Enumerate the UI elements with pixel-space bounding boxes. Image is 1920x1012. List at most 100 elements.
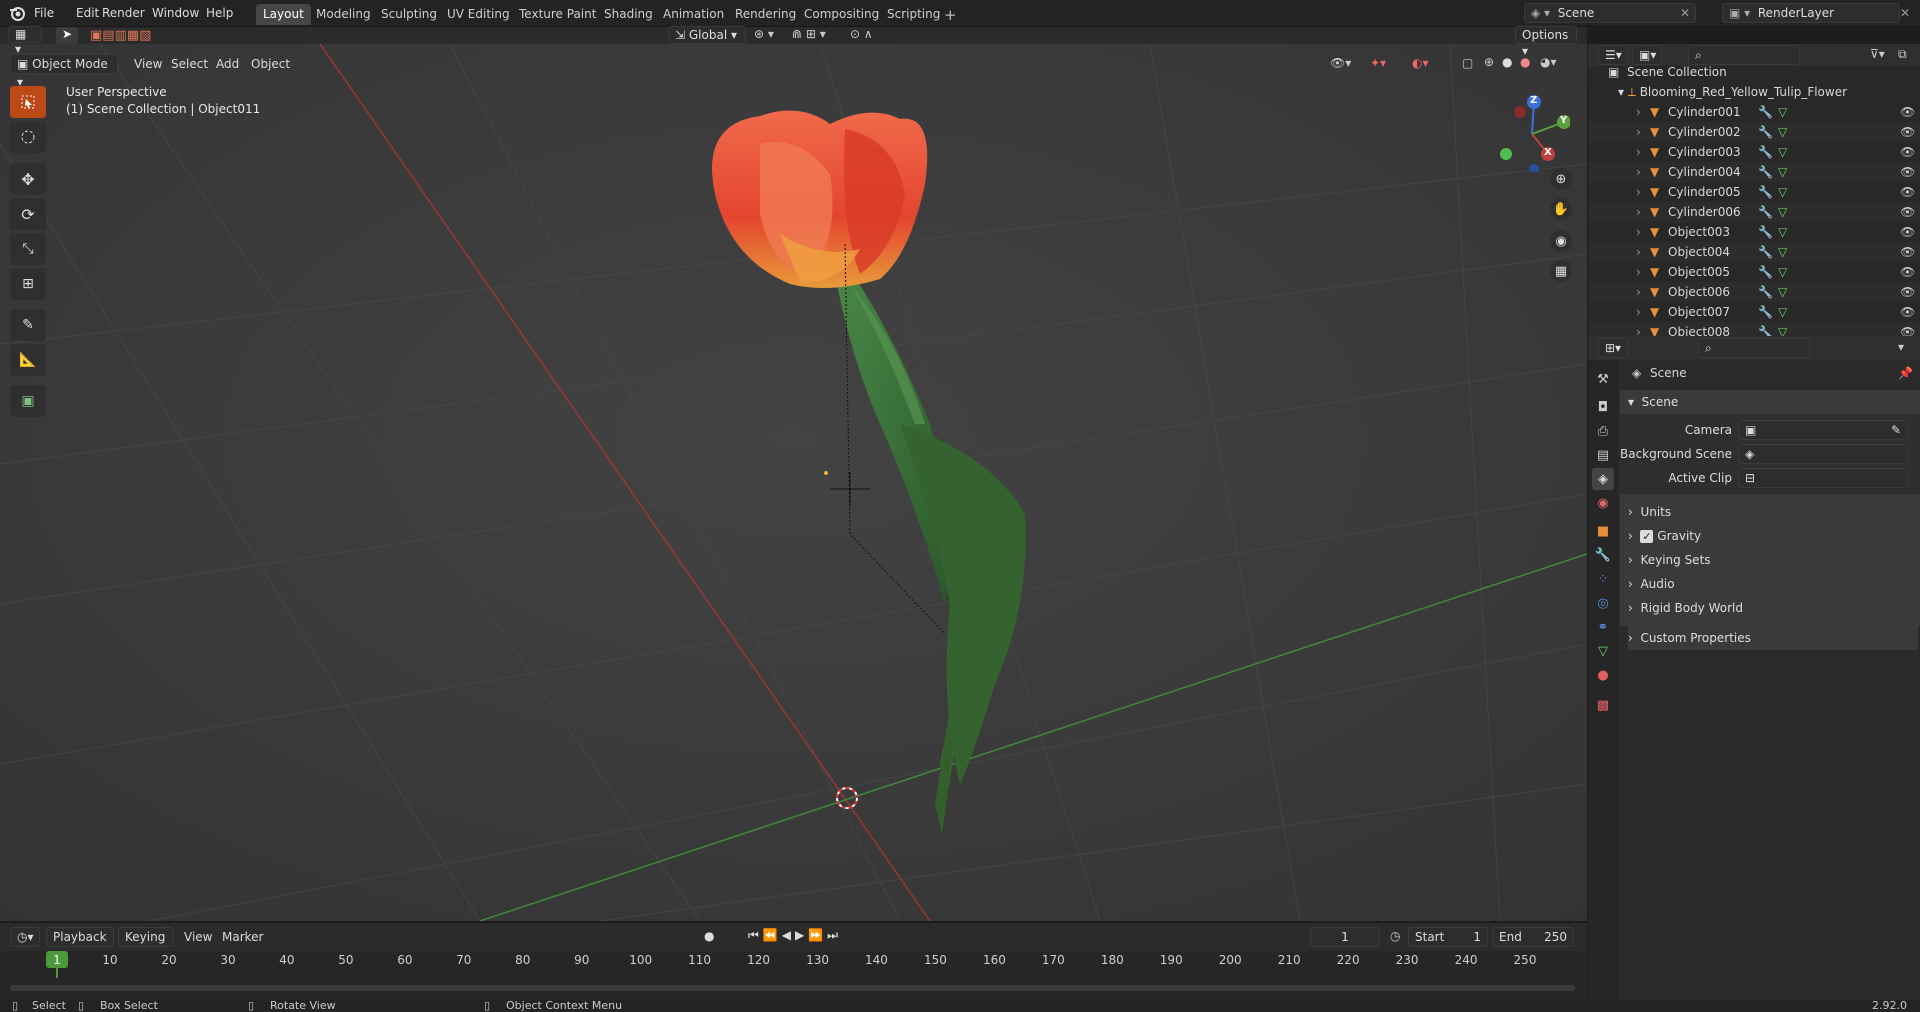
select-mode-icon[interactable]: ➤: [56, 27, 78, 44]
visibility-eye-icon[interactable]: 👁: [1900, 302, 1915, 322]
camera-view-icon[interactable]: ◉: [1550, 230, 1572, 252]
zoom-icon[interactable]: ⊕: [1550, 168, 1572, 190]
material-tab-icon[interactable]: ●: [1592, 664, 1614, 686]
menu-select[interactable]: Select: [165, 55, 214, 74]
shading-rendered-icon[interactable]: ◕▾: [1540, 55, 1557, 69]
modifier-icon[interactable]: 🔧: [1758, 302, 1773, 322]
mesh-data-icon[interactable]: ▽: [1778, 162, 1787, 182]
visibility-eye-icon[interactable]: 👁: [1900, 102, 1915, 122]
mesh-data-icon[interactable]: ▽: [1778, 202, 1787, 222]
navigation-gizmo[interactable]: Z Y X: [1490, 92, 1571, 174]
ortho-grid-icon[interactable]: ▦: [1550, 260, 1572, 282]
section-keying-sets[interactable]: › Keying Sets: [1628, 548, 1918, 572]
render-tab-icon[interactable]: ◘: [1592, 396, 1614, 418]
expand-arrow-icon[interactable]: ›: [1636, 142, 1641, 162]
shading-wireframe-icon[interactable]: ⊕: [1484, 55, 1494, 69]
pan-hand-icon[interactable]: ✋: [1550, 198, 1572, 220]
select-tool-icon[interactable]: [10, 86, 46, 118]
outliner-item[interactable]: › ▼ Object006 🔧 ▽ 👁: [1588, 282, 1920, 302]
blender-logo-icon[interactable]: [8, 4, 26, 22]
renderlayer-selector[interactable]: ▣ ▾ RenderLayer: [1722, 3, 1900, 23]
timeline-scrollbar[interactable]: [10, 985, 1575, 991]
active-clip-field[interactable]: ⊟: [1738, 468, 1908, 488]
menu-render[interactable]: Render: [96, 4, 151, 23]
outliner-item[interactable]: › ▼ Cylinder005 🔧 ▽ 👁: [1588, 182, 1920, 202]
tab-compositing[interactable]: Compositing: [797, 4, 886, 25]
record-icon[interactable]: ●: [704, 929, 714, 943]
tab-texture-paint[interactable]: Texture Paint: [512, 4, 603, 25]
expand-arrow-icon[interactable]: ›: [1636, 162, 1641, 182]
gravity-checkbox[interactable]: ✓: [1640, 530, 1654, 543]
modifier-icon[interactable]: 🔧: [1758, 162, 1773, 182]
start-frame-field[interactable]: Start 1: [1408, 927, 1488, 947]
mesh-data-icon[interactable]: ▽: [1778, 122, 1787, 142]
modifier-icon[interactable]: 🔧: [1758, 242, 1773, 262]
scene-tab-icon[interactable]: ◈: [1592, 468, 1614, 490]
section-audio[interactable]: › Audio: [1628, 572, 1918, 596]
tool-tab-icon[interactable]: ⚒: [1592, 368, 1614, 390]
properties-options-icon[interactable]: ▾: [1898, 340, 1904, 354]
camera-field[interactable]: ▣ ✎: [1738, 420, 1908, 440]
xray-icon[interactable]: ▢: [1462, 56, 1473, 70]
scene-selector[interactable]: ◈ ▾ Scene: [1524, 3, 1696, 23]
modifier-tab-icon[interactable]: 🔧: [1592, 544, 1614, 566]
outliner-parent-row[interactable]: ▾ ⟂ Blooming_Red_Yellow_Tulip_Flower: [1618, 82, 1918, 102]
gizmo-toggle-icon[interactable]: ✦▾: [1370, 56, 1386, 70]
physics-tab-icon[interactable]: ◎: [1592, 592, 1614, 614]
outliner-item[interactable]: › ▼ Object005 🔧 ▽ 👁: [1588, 262, 1920, 282]
3d-viewport[interactable]: User Perspective (1) Scene Collection | …: [0, 44, 1587, 921]
modifier-icon[interactable]: 🔧: [1758, 282, 1773, 302]
modifier-icon[interactable]: 🔧: [1758, 142, 1773, 162]
transform-tool-icon[interactable]: ⊞: [10, 268, 46, 300]
data-tab-icon[interactable]: ▽: [1592, 640, 1614, 662]
expand-arrow-icon[interactable]: ›: [1636, 222, 1641, 242]
shading-material-icon[interactable]: ●: [1520, 55, 1530, 69]
visibility-eye-icon[interactable]: 👁: [1900, 182, 1915, 202]
outliner-item[interactable]: › ▼ Object004 🔧 ▽ 👁: [1588, 242, 1920, 262]
expand-arrow-icon[interactable]: ›: [1636, 122, 1641, 142]
overlay-toggle-icon[interactable]: ◐▾: [1412, 56, 1429, 70]
mesh-data-icon[interactable]: ▽: [1778, 182, 1787, 202]
properties-editor-type[interactable]: ⊞▾: [1598, 338, 1628, 358]
section-units[interactable]: › Units: [1628, 500, 1918, 524]
particles-tab-icon[interactable]: ⁘: [1592, 568, 1614, 590]
output-tab-icon[interactable]: ⎙: [1592, 420, 1614, 442]
constraints-tab-icon[interactable]: ⚭: [1592, 616, 1614, 638]
expand-arrow-icon[interactable]: ›: [1636, 302, 1641, 322]
menu-file[interactable]: File: [28, 4, 60, 23]
snap-icon[interactable]: ⋒ ⊞ ▾: [792, 27, 826, 41]
mesh-data-icon[interactable]: ▽: [1778, 282, 1787, 302]
options-dropdown[interactable]: Options ▾: [1515, 26, 1577, 58]
end-frame-field[interactable]: End 250: [1492, 927, 1574, 947]
selection-modes-icon[interactable]: ▣▤▥▦▧: [90, 28, 151, 43]
world-tab-icon[interactable]: ◉: [1592, 492, 1614, 514]
tab-rendering[interactable]: Rendering: [728, 4, 803, 25]
menu-view[interactable]: View: [128, 55, 168, 74]
outliner-item[interactable]: › ▼ Object003 🔧 ▽ 👁: [1588, 222, 1920, 242]
section-gravity[interactable]: › ✓ Gravity: [1628, 524, 1918, 548]
close-renderlayer-icon[interactable]: ✕: [1900, 6, 1910, 20]
measure-tool-icon[interactable]: 📐: [10, 344, 46, 376]
tab-sculpting[interactable]: Sculpting: [374, 4, 444, 25]
visibility-eye-icon[interactable]: 👁: [1900, 222, 1915, 242]
preview-range-icon[interactable]: ◷: [1390, 929, 1400, 943]
transform-orientation-select[interactable]: ⇲ Global ▾: [668, 26, 746, 44]
close-scene-icon[interactable]: ✕: [1680, 6, 1690, 20]
visibility-eye-icon[interactable]: 👁: [1900, 262, 1915, 282]
outliner-item[interactable]: › ▼ Object007 🔧 ▽ 👁: [1588, 302, 1920, 322]
expand-arrow-icon[interactable]: ›: [1636, 202, 1641, 222]
menu-window[interactable]: Window: [146, 4, 205, 23]
outliner-root[interactable]: ▣ Scene Collection: [1608, 62, 1908, 82]
expand-arrow-icon[interactable]: ›: [1636, 102, 1641, 122]
mode-selector[interactable]: ▣ Object Mode ▾: [10, 54, 118, 89]
properties-search-input[interactable]: ⌕: [1698, 338, 1810, 358]
visibility-eye-icon[interactable]: 👁: [1900, 142, 1915, 162]
shading-solid-icon[interactable]: ●: [1502, 55, 1512, 69]
tab-layout[interactable]: Layout: [256, 4, 311, 25]
background-scene-field[interactable]: ◈: [1738, 444, 1908, 464]
modifier-icon[interactable]: 🔧: [1758, 222, 1773, 242]
scene-panel-header[interactable]: ▾ Scene: [1628, 390, 1918, 414]
timeline-marker-menu[interactable]: Marker: [216, 928, 269, 947]
playback-controls-icon[interactable]: ⏮⏪◀▶⏩⏭: [748, 928, 842, 943]
tab-animation[interactable]: Animation: [656, 4, 731, 25]
